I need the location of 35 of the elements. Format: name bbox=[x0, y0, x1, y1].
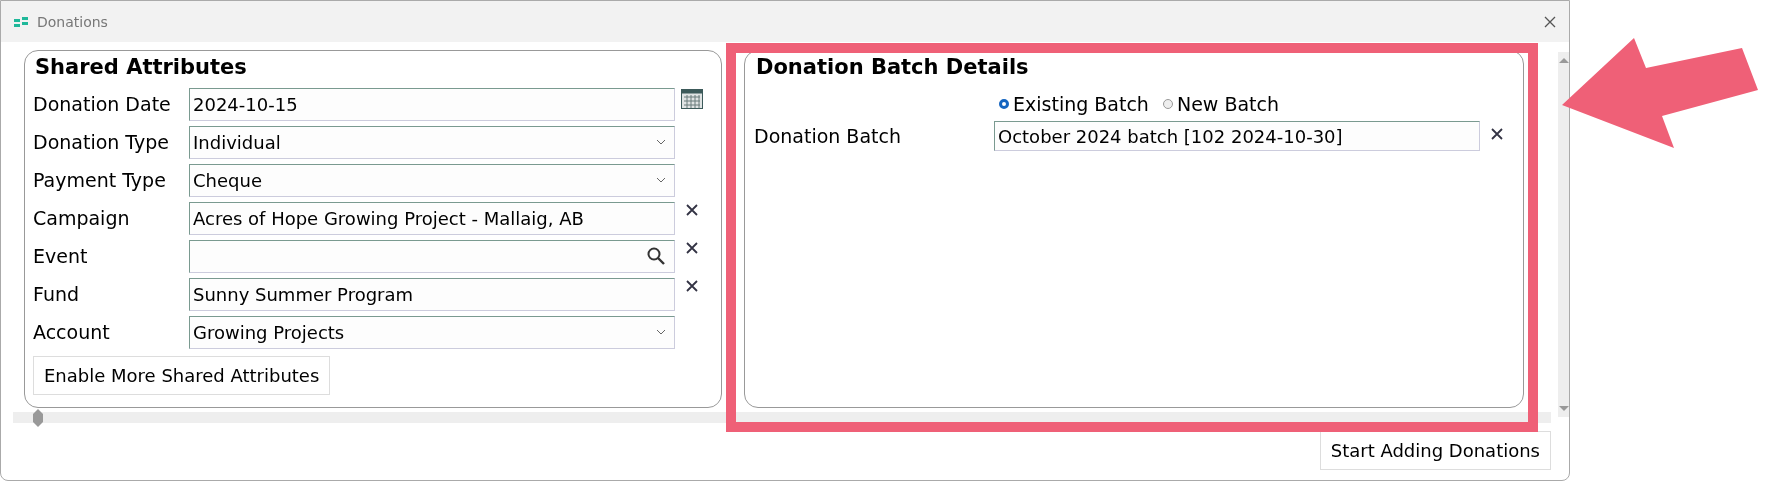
clear-icon[interactable] bbox=[685, 203, 699, 217]
field-label: Account bbox=[33, 321, 111, 343]
panel-title: Donation Batch Details bbox=[755, 55, 1030, 81]
field-label: Event bbox=[33, 245, 89, 267]
clear-icon[interactable] bbox=[685, 241, 699, 255]
field-label: Campaign bbox=[33, 207, 131, 229]
start-adding-button[interactable]: Start Adding Donations bbox=[1319, 431, 1551, 470]
enable-more-button[interactable]: Enable More Shared Attributes bbox=[33, 356, 331, 395]
dropdown-field[interactable]: Cheque bbox=[189, 163, 675, 197]
input-field[interactable]: Acres of Hope Growing Project - Mallaig, AB bbox=[189, 201, 675, 235]
chevron-down-icon bbox=[656, 329, 666, 335]
panel-title: Shared Attributes bbox=[34, 55, 248, 81]
radio-option[interactable]: Existing Batch bbox=[999, 93, 1149, 115]
field-label: Donation Date bbox=[33, 93, 172, 115]
window-title: Donations bbox=[37, 13, 108, 30]
close-icon[interactable] bbox=[1543, 14, 1557, 29]
field-label: Payment Type bbox=[33, 169, 167, 191]
field-label: Donation Batch bbox=[754, 125, 902, 147]
app-logo-icon bbox=[13, 15, 29, 28]
field-label: Donation Type bbox=[33, 131, 170, 153]
chevron-down-icon bbox=[656, 139, 666, 145]
clear-icon[interactable] bbox=[1490, 127, 1504, 141]
search-icon[interactable] bbox=[646, 246, 666, 266]
radio-option[interactable]: New Batch bbox=[1162, 93, 1280, 115]
vertical-scrollbar[interactable] bbox=[1558, 52, 1569, 417]
calendar-icon[interactable] bbox=[681, 89, 703, 109]
dropdown-field[interactable]: Individual bbox=[189, 125, 675, 159]
clear-icon[interactable] bbox=[685, 279, 699, 293]
search-field[interactable] bbox=[189, 239, 675, 273]
field-label: Fund bbox=[33, 283, 81, 305]
dropdown-field[interactable]: Growing Projects bbox=[189, 315, 675, 349]
chevron-down-icon bbox=[656, 177, 666, 183]
input-field[interactable]: October 2024 batch [102 2024-10-30] bbox=[994, 121, 1480, 151]
date-field[interactable]: 2024-10-15 bbox=[189, 87, 675, 121]
input-field[interactable]: Sunny Summer Program bbox=[189, 277, 675, 311]
